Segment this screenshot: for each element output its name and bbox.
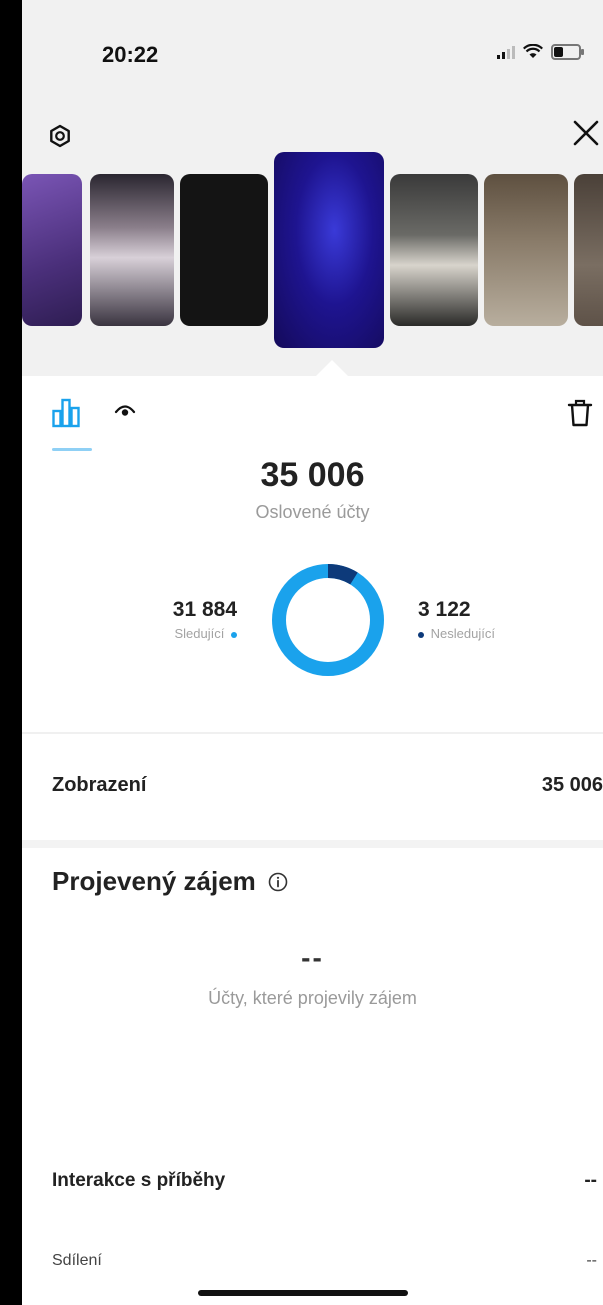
story-interactions-value: -- xyxy=(584,1170,597,1191)
insights-panel: 35 006 Oslovené účty 31 884 Sledující 3 … xyxy=(22,376,603,1305)
divider xyxy=(22,732,603,734)
eye-icon[interactable] xyxy=(114,402,136,420)
status-icons xyxy=(497,44,584,60)
shares-label: Sdílení xyxy=(52,1252,102,1269)
story-thumbnail-selected[interactable] xyxy=(274,152,384,348)
trash-icon[interactable] xyxy=(567,398,593,428)
status-time: 20:22 xyxy=(102,42,159,67)
nonfollowers-label: Nesledující xyxy=(430,626,495,641)
story-image xyxy=(574,174,603,326)
wifi-icon xyxy=(523,44,543,58)
story-thumbnail[interactable] xyxy=(484,174,568,326)
nonfollowers-dot xyxy=(418,631,424,638)
active-tab-indicator xyxy=(52,448,92,451)
gear-icon[interactable] xyxy=(48,124,72,148)
reach-label: Oslovené účty xyxy=(255,502,370,522)
nonfollowers-legend: Nesledující xyxy=(418,626,495,641)
story-interactions-label: Interakce s příběhy xyxy=(52,1170,226,1191)
shares-value: -- xyxy=(586,1252,597,1269)
divider xyxy=(22,840,603,848)
story-image xyxy=(390,174,478,326)
interest-value: -- xyxy=(301,942,324,973)
story-image xyxy=(274,152,384,348)
signal-icon xyxy=(497,45,515,59)
followers-value: 31 884 xyxy=(172,598,237,621)
followers-dot xyxy=(231,631,237,638)
story-thumbnail[interactable] xyxy=(390,174,478,326)
reach-donut-chart xyxy=(272,564,384,676)
story-image xyxy=(90,174,174,326)
donut-nonfollowers-segment xyxy=(327,564,358,585)
nonfollowers-value: 3 122 xyxy=(418,598,471,621)
battery-icon xyxy=(551,44,584,60)
close-icon[interactable] xyxy=(571,118,601,148)
story-thumbnail[interactable] xyxy=(180,174,268,326)
screen: 20:22 35 006 Oslovené účty 31 884 Sleduj… xyxy=(22,0,603,1305)
followers-legend: Sledující xyxy=(174,626,237,641)
stories-strip xyxy=(22,152,603,352)
reach-value: 35 006 xyxy=(260,456,365,494)
story-image xyxy=(180,174,268,326)
story-image xyxy=(22,174,82,326)
story-thumbnail[interactable] xyxy=(22,174,82,326)
interest-title: Projevený zájem xyxy=(52,866,256,896)
followers-label: Sledující xyxy=(174,626,225,641)
impressions-label: Zobrazení xyxy=(52,774,147,796)
interest-title-row: Projevený zájem xyxy=(52,866,288,897)
bar-chart-icon[interactable] xyxy=(52,398,80,428)
story-image xyxy=(484,174,568,326)
donut-followers-segment xyxy=(272,564,384,676)
info-icon[interactable] xyxy=(268,872,288,892)
interest-label: Účty, které projevily zájem xyxy=(208,988,417,1008)
story-thumbnail[interactable] xyxy=(90,174,174,326)
impressions-value: 35 006 xyxy=(541,774,603,796)
story-thumbnail[interactable] xyxy=(574,174,603,326)
home-indicator[interactable] xyxy=(198,1290,408,1296)
